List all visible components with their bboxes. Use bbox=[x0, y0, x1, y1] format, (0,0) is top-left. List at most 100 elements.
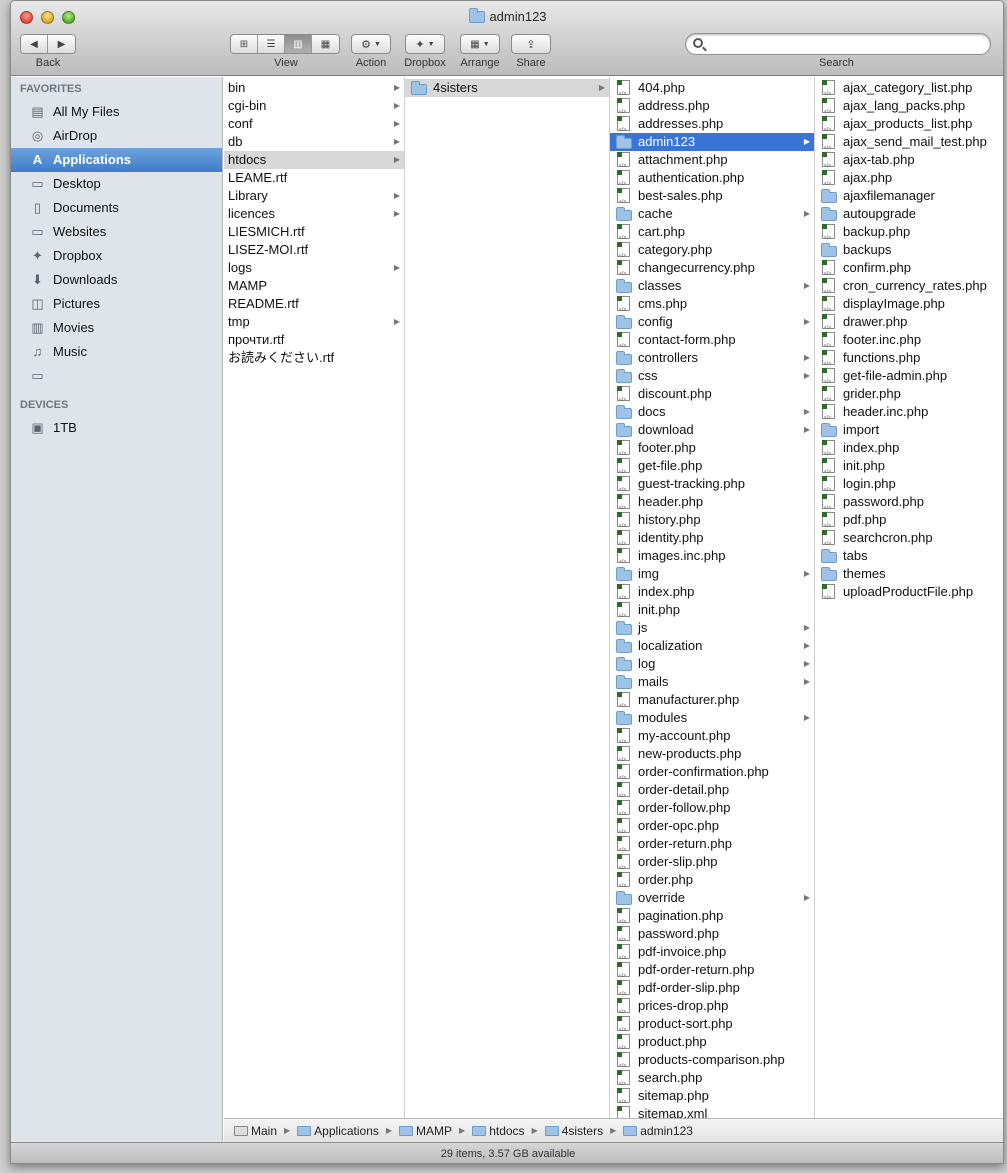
folder-row[interactable]: ajaxfilemanager bbox=[815, 187, 1003, 205]
file-row[interactable]: index.php bbox=[610, 583, 814, 607]
file-row[interactable]: my-account.php bbox=[610, 727, 814, 751]
path-segment-mamp[interactable]: MAMP bbox=[399, 1124, 452, 1138]
folder-row[interactable]: js ▶ bbox=[610, 619, 814, 637]
list-view-button[interactable]: ☰ bbox=[258, 35, 285, 53]
file-row[interactable]: прочти.rtf bbox=[224, 331, 404, 349]
file-row[interactable]: product.php bbox=[610, 1033, 814, 1057]
file-row[interactable]: cron_currency_rates.php bbox=[815, 277, 1003, 301]
file-row[interactable]: order-detail.php bbox=[610, 781, 814, 805]
file-row[interactable]: drawer.php bbox=[815, 313, 1003, 337]
file-row[interactable]: MAMP bbox=[224, 277, 404, 295]
file-row[interactable]: grider.php bbox=[815, 385, 1003, 409]
file-row[interactable]: LIESMICH.rtf bbox=[224, 223, 404, 241]
file-row[interactable]: password.php bbox=[815, 493, 1003, 517]
file-row[interactable]: sitemap.xml bbox=[610, 1105, 814, 1118]
folder-row[interactable]: 4sisters ▶ bbox=[405, 79, 609, 97]
column-view-button[interactable]: ▥ bbox=[285, 35, 312, 53]
folder-row[interactable]: cgi-bin ▶ bbox=[224, 97, 404, 115]
sidebar-item-all-my-files[interactable]: ▤ All My Files bbox=[11, 100, 222, 124]
folder-row[interactable]: import bbox=[815, 421, 1003, 439]
sidebar-item-downloads[interactable]: ⬇ Downloads bbox=[11, 268, 222, 292]
file-row[interactable]: prices-drop.php bbox=[610, 997, 814, 1021]
folder-row[interactable]: bin ▶ bbox=[224, 79, 404, 97]
sidebar-item-1tb[interactable]: ▣ 1TB bbox=[11, 416, 222, 440]
file-row[interactable]: ajax_lang_packs.php bbox=[815, 97, 1003, 121]
file-row[interactable]: pagination.php bbox=[610, 907, 814, 931]
sidebar-item-music[interactable]: ♫ Music bbox=[11, 340, 222, 364]
file-row[interactable]: new-products.php bbox=[610, 745, 814, 769]
file-row[interactable]: history.php bbox=[610, 511, 814, 535]
path-segment-htdocs[interactable]: htdocs bbox=[472, 1124, 525, 1138]
folder-row[interactable]: docs ▶ bbox=[610, 403, 814, 421]
folder-row[interactable]: override ▶ bbox=[610, 889, 814, 907]
arrange-button[interactable]: ▦ ▼ bbox=[460, 34, 500, 54]
folder-row[interactable]: css ▶ bbox=[610, 367, 814, 385]
file-row[interactable]: ajax_products_list.php bbox=[815, 115, 1003, 139]
folder-row[interactable]: conf ▶ bbox=[224, 115, 404, 133]
file-row[interactable]: init.php bbox=[610, 601, 814, 625]
file-row[interactable]: ajax-tab.php bbox=[815, 151, 1003, 175]
file-row[interactable]: manufacturer.php bbox=[610, 691, 814, 715]
file-row[interactable]: pdf-order-return.php bbox=[610, 961, 814, 985]
file-row[interactable]: order-slip.php bbox=[610, 853, 814, 877]
file-row[interactable]: ajax_category_list.php bbox=[815, 79, 1003, 103]
file-row[interactable]: products-comparison.php bbox=[610, 1051, 814, 1075]
folder-row[interactable]: classes ▶ bbox=[610, 277, 814, 295]
file-row[interactable]: cart.php bbox=[610, 223, 814, 247]
share-button[interactable]: ⇪ bbox=[511, 34, 551, 54]
file-row[interactable]: cms.php bbox=[610, 295, 814, 319]
file-row[interactable]: order-follow.php bbox=[610, 799, 814, 823]
folder-row[interactable]: backups bbox=[815, 241, 1003, 259]
file-row[interactable]: changecurrency.php bbox=[610, 259, 814, 283]
file-row[interactable]: ajax.php bbox=[815, 169, 1003, 193]
folder-row[interactable]: admin123 ▶ bbox=[610, 133, 814, 151]
folder-row[interactable]: localization ▶ bbox=[610, 637, 814, 655]
folder-row[interactable]: config ▶ bbox=[610, 313, 814, 331]
file-row[interactable]: confirm.php bbox=[815, 259, 1003, 283]
sidebar-item-pictures[interactable]: ◫ Pictures bbox=[11, 292, 222, 316]
file-row[interactable]: README.rtf bbox=[224, 295, 404, 313]
file-row[interactable]: get-file-admin.php bbox=[815, 367, 1003, 391]
file-row[interactable]: backup.php bbox=[815, 223, 1003, 247]
file-row[interactable]: get-file.php bbox=[610, 457, 814, 481]
sidebar-item-websites[interactable]: ▭ Websites bbox=[11, 220, 222, 244]
file-row[interactable]: discount.php bbox=[610, 385, 814, 409]
folder-row[interactable]: controllers ▶ bbox=[610, 349, 814, 367]
dropbox-button[interactable]: ✦ ▼ bbox=[405, 34, 445, 54]
file-row[interactable]: login.php bbox=[815, 475, 1003, 499]
coverflow-view-button[interactable]: ▦ bbox=[312, 35, 339, 53]
file-row[interactable]: header.inc.php bbox=[815, 403, 1003, 427]
file-row[interactable]: ajax_send_mail_test.php bbox=[815, 133, 1003, 157]
file-row[interactable]: uploadProductFile.php bbox=[815, 583, 1003, 607]
file-row[interactable]: order-opc.php bbox=[610, 817, 814, 841]
file-row[interactable]: footer.inc.php bbox=[815, 331, 1003, 355]
folder-row[interactable]: tmp ▶ bbox=[224, 313, 404, 331]
file-row[interactable]: index.php bbox=[815, 439, 1003, 463]
sidebar-item-movies[interactable]: ▥ Movies bbox=[11, 316, 222, 340]
forward-button[interactable]: ▶ bbox=[48, 35, 75, 53]
folder-row[interactable]: log ▶ bbox=[610, 655, 814, 673]
file-row[interactable]: category.php bbox=[610, 241, 814, 265]
file-row[interactable]: product-sort.php bbox=[610, 1015, 814, 1039]
path-segment-applications[interactable]: Applications bbox=[297, 1124, 379, 1138]
path-segment-main[interactable]: Main bbox=[234, 1124, 277, 1138]
file-row[interactable]: searchcron.php bbox=[815, 529, 1003, 553]
file-row[interactable]: pdf-invoice.php bbox=[610, 943, 814, 967]
file-row[interactable]: contact-form.php bbox=[610, 331, 814, 355]
folder-row[interactable]: download ▶ bbox=[610, 421, 814, 439]
file-row[interactable]: identity.php bbox=[610, 529, 814, 553]
file-row[interactable]: address.php bbox=[610, 97, 814, 121]
sidebar-item-desktop[interactable]: ▭ Desktop bbox=[11, 172, 222, 196]
file-row[interactable]: guest-tracking.php bbox=[610, 475, 814, 499]
folder-row[interactable]: img ▶ bbox=[610, 565, 814, 583]
file-row[interactable]: displayImage.php bbox=[815, 295, 1003, 319]
back-button[interactable]: ◀ bbox=[21, 35, 48, 53]
folder-row[interactable]: licences ▶ bbox=[224, 205, 404, 223]
file-row[interactable]: best-sales.php bbox=[610, 187, 814, 211]
sidebar-item-airdrop[interactable]: ◎ AirDrop bbox=[11, 124, 222, 148]
file-row[interactable]: pdf.php bbox=[815, 511, 1003, 535]
folder-row[interactable]: htdocs ▶ bbox=[224, 151, 404, 169]
file-row[interactable]: 404.php bbox=[610, 79, 814, 103]
file-row[interactable]: footer.php bbox=[610, 439, 814, 463]
file-row[interactable]: functions.php bbox=[815, 349, 1003, 373]
